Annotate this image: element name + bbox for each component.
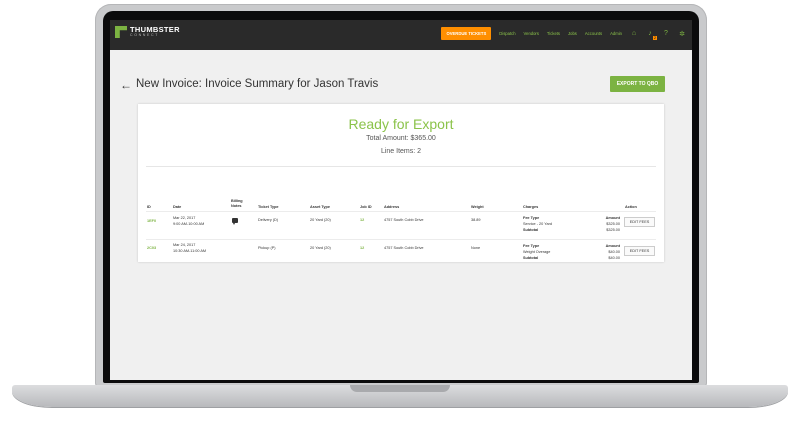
row-weight: 38.89 bbox=[471, 218, 481, 222]
ticket-id-link[interactable]: 2C03 bbox=[147, 246, 156, 250]
header-divider bbox=[146, 211, 656, 212]
job-id-link[interactable]: 12 bbox=[360, 218, 364, 222]
logo-mark-icon bbox=[115, 26, 127, 38]
fee-amount: $325.00 bbox=[606, 222, 620, 226]
header-action: Action bbox=[625, 205, 637, 209]
main-nav: OVERDUE TICKETS Dispatch Vendors Tickets… bbox=[441, 27, 686, 40]
brand-logo[interactable]: THUMBSTER CONNECT bbox=[115, 26, 180, 38]
row-ticket-type: Delivery (D) bbox=[258, 218, 279, 222]
gear-icon[interactable]: ✲ bbox=[678, 30, 686, 38]
amount-label: Amount bbox=[605, 216, 620, 220]
header-weight: Weight bbox=[471, 205, 484, 209]
nav-dispatch[interactable]: Dispatch bbox=[499, 31, 515, 36]
bell-icon[interactable]: ♪ 2 bbox=[646, 30, 657, 40]
row-address: 4757 South Cobb Drive bbox=[384, 218, 424, 222]
row-date: Mar 24, 2017 10:30 AM-11:00 AM bbox=[173, 243, 207, 253]
row-weight: None bbox=[471, 246, 481, 250]
subtotal-amount: $40.00 bbox=[608, 256, 620, 260]
header-charges: Charges bbox=[523, 205, 539, 209]
billing-notes-chat-icon[interactable] bbox=[232, 218, 238, 225]
row-divider bbox=[146, 239, 656, 240]
edit-fees-button[interactable]: EDIT FEES bbox=[624, 246, 655, 256]
fee-name: Weight Overage bbox=[523, 250, 551, 254]
header-asset-type: Asset Type bbox=[310, 205, 330, 209]
header-ticket-type: Ticket Type bbox=[258, 205, 279, 209]
subtotal-amount: $325.00 bbox=[606, 228, 620, 232]
help-icon[interactable]: ? bbox=[662, 30, 670, 38]
header-address: Address bbox=[384, 205, 400, 209]
fee-type-label: Fee Type bbox=[523, 244, 540, 248]
subtotal-label: Subtotal bbox=[523, 228, 539, 232]
nav-admin[interactable]: Admin bbox=[610, 31, 622, 36]
export-status: Ready for Export bbox=[348, 116, 454, 132]
nav-tickets[interactable]: Tickets bbox=[547, 31, 560, 36]
back-arrow-icon[interactable]: ← bbox=[120, 78, 132, 92]
row-asset-type: 20 Yard (20) bbox=[310, 246, 331, 250]
nav-accounts[interactable]: Accounts bbox=[585, 31, 602, 36]
summary-divider bbox=[146, 166, 656, 167]
home-icon[interactable]: ⌂ bbox=[630, 30, 638, 38]
laptop-notch bbox=[350, 385, 450, 392]
row-asset-type: 20 Yard (20) bbox=[310, 218, 331, 222]
export-to-qbo-button[interactable]: EXPORT TO QBO bbox=[610, 76, 665, 92]
nav-jobs[interactable]: Jobs bbox=[568, 31, 577, 36]
total-amount: Total Amount: $365.00 bbox=[366, 135, 436, 142]
line-items-count: Line Items: 2 bbox=[380, 148, 422, 155]
invoice-summary-card: Ready for Export Total Amount: $365.00 L… bbox=[138, 104, 664, 262]
header-billing-notes: Billing Notes bbox=[231, 199, 243, 209]
subtotal-label: Subtotal bbox=[523, 256, 539, 260]
header-id: ID bbox=[147, 205, 151, 209]
header-job-id: Job ID bbox=[360, 205, 372, 209]
logo-subtitle: CONNECT bbox=[130, 32, 159, 37]
fee-amount: $40.00 bbox=[608, 250, 620, 254]
header-date: Date bbox=[173, 205, 182, 209]
row-address: 4757 South Cobb Drive bbox=[384, 246, 424, 250]
nav-vendors[interactable]: Vendors bbox=[524, 31, 539, 36]
fee-name: Service - 20 Yard bbox=[523, 222, 552, 226]
amount-label: Amount bbox=[605, 244, 620, 248]
overdue-tickets-button[interactable]: OVERDUE TICKETS bbox=[441, 27, 492, 40]
notification-badge: 2 bbox=[653, 35, 657, 40]
job-id-link[interactable]: 12 bbox=[360, 246, 364, 250]
row-ticket-type: Pickup (P) bbox=[258, 246, 276, 250]
top-navigation-bar: THUMBSTER CONNECT OVERDUE TICKETS Dispat… bbox=[110, 20, 692, 50]
edit-fees-button[interactable]: EDIT FEES bbox=[624, 217, 655, 227]
fee-type-label: Fee Type bbox=[523, 216, 540, 220]
row-date: Mar 22, 2017 9:00 AM-10:00 AM bbox=[173, 216, 205, 226]
app-screen: THUMBSTER CONNECT OVERDUE TICKETS Dispat… bbox=[110, 20, 692, 380]
page-title: New Invoice: Invoice Summary for Jason T… bbox=[136, 78, 379, 90]
ticket-id-link[interactable]: 1EF0 bbox=[147, 219, 156, 223]
